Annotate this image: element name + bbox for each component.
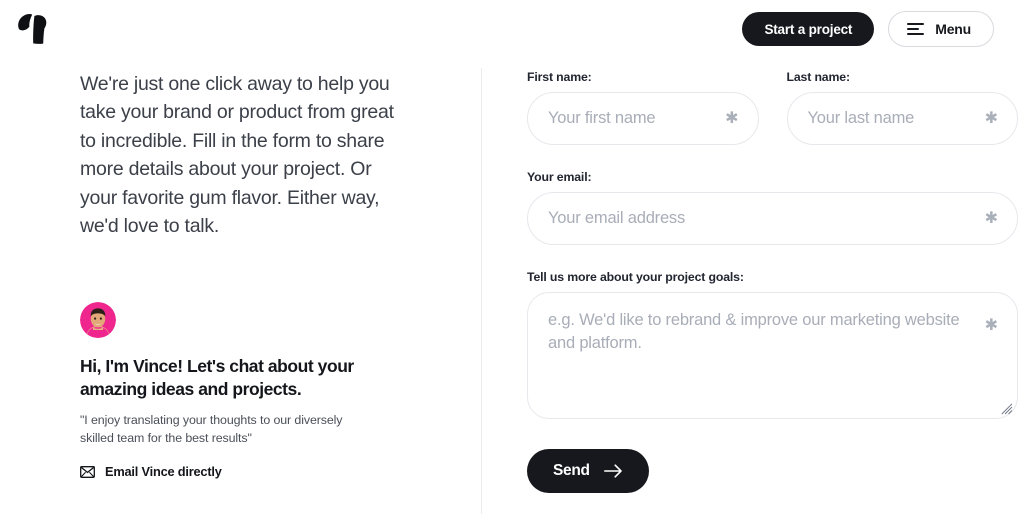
send-button-label: Send (553, 462, 590, 479)
email-input[interactable] (527, 192, 1018, 245)
hamburger-menu-icon (907, 23, 925, 35)
last-name-label: Last name: (786, 70, 851, 84)
contact-form: First name: ✱ Last name: ✱ Your email: ✱ (527, 70, 1018, 493)
menu-button-label: Menu (935, 21, 971, 37)
email-vince-link[interactable]: Email Vince directly (80, 464, 410, 479)
person-quote: "I enjoy translating your thoughts to ou… (80, 413, 343, 446)
intro-paragraph: We're just one click away to help you ta… (80, 73, 394, 238)
last-name-field-group: Last name: ✱ (786, 70, 1018, 145)
column-divider (481, 68, 482, 514)
email-vince-label: Email Vince directly (105, 464, 222, 480)
goals-label: Tell us more about your project goals: (527, 270, 744, 284)
intro-column: We're just one click away to help you ta… (80, 70, 410, 479)
first-name-input[interactable] (527, 92, 759, 145)
first-name-field-group: First name: ✱ (527, 70, 759, 145)
person-heading: Hi, I'm Vince! Let's chat about your ama… (80, 356, 354, 399)
brand-logo[interactable] (14, 11, 54, 47)
goals-textarea[interactable] (527, 292, 1018, 419)
start-a-project-button[interactable]: Start a project (742, 12, 875, 46)
last-name-input-wrap: ✱ (786, 92, 1018, 145)
name-fields-row: First name: ✱ Last name: ✱ (527, 70, 1018, 145)
email-field-group: Your email: ✱ (527, 170, 1018, 245)
last-name-input[interactable] (786, 92, 1018, 145)
vince-avatar (80, 302, 116, 339)
email-label: Your email: (527, 170, 592, 184)
person-block: Hi, I'm Vince! Let's chat about your ama… (80, 302, 410, 479)
goals-textarea-wrap: ✱ (527, 292, 1018, 419)
arrow-right-icon (603, 464, 622, 478)
send-button[interactable]: Send (527, 449, 649, 493)
site-header: Start a project Menu (0, 0, 1024, 58)
envelope-icon (80, 465, 95, 478)
menu-button[interactable]: Menu (888, 11, 994, 47)
first-name-label: First name: (527, 70, 592, 84)
goals-field-group: Tell us more about your project goals: ✱ (527, 270, 1018, 419)
header-actions: Start a project Menu (742, 11, 994, 47)
email-input-wrap: ✱ (527, 192, 1018, 245)
contact-page: Start a project Menu We're just one clic… (0, 0, 1024, 514)
first-name-input-wrap: ✱ (527, 92, 759, 145)
